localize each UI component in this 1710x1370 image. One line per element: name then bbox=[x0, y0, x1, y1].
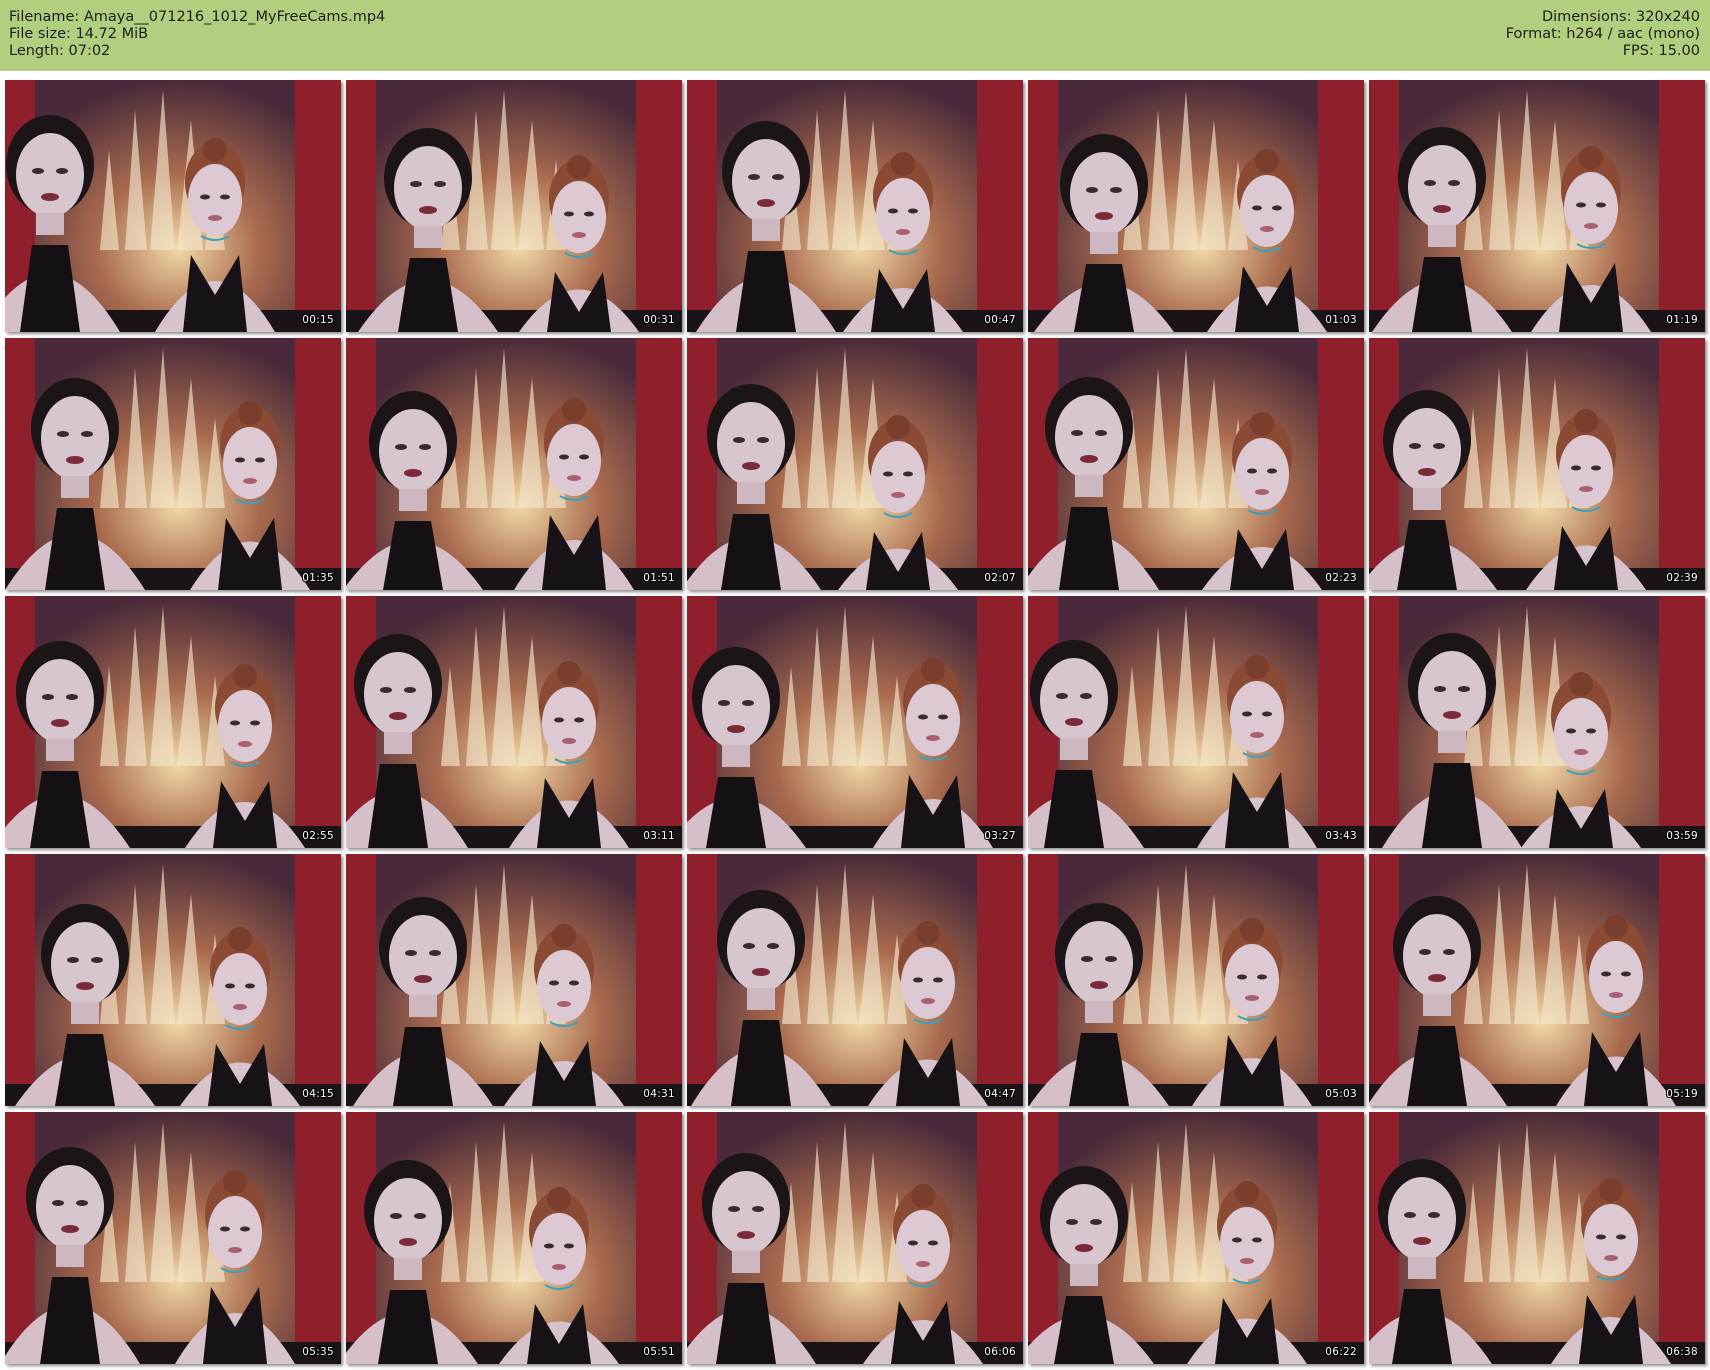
video-frame-image bbox=[1028, 596, 1364, 848]
video-thumbnail[interactable]: 00:15 bbox=[5, 80, 341, 332]
video-frame-image bbox=[1369, 80, 1705, 332]
video-thumbnail[interactable]: 01:51 bbox=[346, 338, 682, 590]
thumbnail-timestamp: 01:19 bbox=[1666, 314, 1698, 326]
video-frame-image bbox=[1028, 338, 1364, 590]
thumbnail-timestamp: 01:03 bbox=[1325, 314, 1357, 326]
video-thumbnail[interactable]: 02:23 bbox=[1028, 338, 1364, 590]
video-thumbnail[interactable]: 02:07 bbox=[687, 338, 1023, 590]
dimensions-label: Dimensions: 320x240 bbox=[1541, 9, 1700, 25]
video-thumbnail[interactable]: 05:51 bbox=[346, 1112, 682, 1364]
video-thumbnail[interactable]: 02:39 bbox=[1369, 338, 1705, 590]
thumbnail-timestamp: 05:35 bbox=[302, 1346, 334, 1358]
thumbnail-timestamp: 04:31 bbox=[643, 1088, 675, 1100]
video-frame-image bbox=[1028, 854, 1364, 1106]
thumbnail-timestamp: 02:07 bbox=[984, 572, 1016, 584]
thumbnail-timestamp: 03:11 bbox=[643, 830, 675, 842]
thumbnail-timestamp: 03:59 bbox=[1666, 830, 1698, 842]
video-thumbnail[interactable]: 05:03 bbox=[1028, 854, 1364, 1106]
video-thumbnail[interactable]: 01:35 bbox=[5, 338, 341, 590]
thumbnail-timestamp: 00:47 bbox=[984, 314, 1016, 326]
video-thumbnail[interactable]: 03:43 bbox=[1028, 596, 1364, 848]
video-frame-image bbox=[687, 338, 1023, 590]
video-frame-image bbox=[1369, 338, 1705, 590]
video-thumbnail[interactable]: 00:31 bbox=[346, 80, 682, 332]
video-frame-image bbox=[346, 596, 682, 848]
video-thumbnail[interactable]: 02:55 bbox=[5, 596, 341, 848]
video-thumbnail[interactable]: 06:06 bbox=[687, 1112, 1023, 1364]
thumbnail-timestamp: 05:51 bbox=[643, 1346, 675, 1358]
video-frame-image bbox=[1028, 80, 1364, 332]
video-frame-image bbox=[346, 338, 682, 590]
thumbnail-timestamp: 01:35 bbox=[302, 572, 334, 584]
info-header: Filename: Amaya__071216_1012_MyFreeCams.… bbox=[0, 0, 1710, 71]
filesize-label: File size: 14.72 MiB bbox=[9, 26, 149, 42]
thumbnail-timestamp: 06:06 bbox=[984, 1346, 1016, 1358]
thumbnail-timestamp: 00:31 bbox=[643, 314, 675, 326]
video-frame-image bbox=[346, 1112, 682, 1364]
thumbnail-timestamp: 04:47 bbox=[984, 1088, 1016, 1100]
thumbnail-timestamp: 02:39 bbox=[1666, 572, 1698, 584]
thumbnail-timestamp: 05:19 bbox=[1666, 1088, 1698, 1100]
length-label: Length: 07:02 bbox=[9, 43, 111, 59]
info-right: Dimensions: 320x240 Format: h264 / aac (… bbox=[1506, 9, 1700, 60]
video-thumbnail[interactable]: 01:03 bbox=[1028, 80, 1364, 332]
video-thumbnail[interactable]: 03:11 bbox=[346, 596, 682, 848]
video-frame-image bbox=[1369, 596, 1705, 848]
thumbnail-grid: 00:15 00:31 00:47 01:03 01:19 01:35 01:51 02:07… bbox=[0, 71, 1710, 1370]
thumbnail-timestamp: 03:43 bbox=[1325, 830, 1357, 842]
format-label: Format: h264 / aac (mono) bbox=[1505, 26, 1700, 42]
thumbnail-timestamp: 06:38 bbox=[1666, 1346, 1698, 1358]
video-thumbnail[interactable]: 03:59 bbox=[1369, 596, 1705, 848]
video-frame-image bbox=[1369, 1112, 1705, 1364]
thumbnail-timestamp: 06:22 bbox=[1325, 1346, 1357, 1358]
video-frame-image bbox=[1369, 854, 1705, 1106]
video-frame-image bbox=[5, 80, 341, 332]
video-frame-image bbox=[346, 80, 682, 332]
video-thumbnail[interactable]: 00:47 bbox=[687, 80, 1023, 332]
thumbnail-timestamp: 02:23 bbox=[1325, 572, 1357, 584]
thumbnail-timestamp: 00:15 bbox=[302, 314, 334, 326]
thumbnail-timestamp: 04:15 bbox=[302, 1088, 334, 1100]
video-thumbnail[interactable]: 01:19 bbox=[1369, 80, 1705, 332]
video-frame-image bbox=[687, 1112, 1023, 1364]
video-thumbnail[interactable]: 06:22 bbox=[1028, 1112, 1364, 1364]
video-frame-image bbox=[687, 596, 1023, 848]
video-frame-image bbox=[5, 1112, 341, 1364]
video-thumbnail[interactable]: 04:15 bbox=[5, 854, 341, 1106]
video-frame-image bbox=[346, 854, 682, 1106]
info-left: Filename: Amaya__071216_1012_MyFreeCams.… bbox=[9, 9, 385, 60]
fps-label: FPS: 15.00 bbox=[1622, 43, 1700, 59]
video-thumbnail[interactable]: 06:38 bbox=[1369, 1112, 1705, 1364]
thumbnail-timestamp: 03:27 bbox=[984, 830, 1016, 842]
filename-label: Filename: Amaya__071216_1012_MyFreeCams.… bbox=[9, 9, 386, 25]
video-thumbnail[interactable]: 05:35 bbox=[5, 1112, 341, 1364]
video-thumbnail[interactable]: 04:47 bbox=[687, 854, 1023, 1106]
thumbnail-timestamp: 05:03 bbox=[1325, 1088, 1357, 1100]
video-thumbnail[interactable]: 03:27 bbox=[687, 596, 1023, 848]
video-frame-image bbox=[5, 596, 341, 848]
video-thumbnail[interactable]: 04:31 bbox=[346, 854, 682, 1106]
video-frame-image bbox=[1028, 1112, 1364, 1364]
video-frame-image bbox=[5, 854, 341, 1106]
video-thumbnail[interactable]: 05:19 bbox=[1369, 854, 1705, 1106]
video-frame-image bbox=[5, 338, 341, 590]
video-frame-image bbox=[687, 80, 1023, 332]
thumbnail-timestamp: 02:55 bbox=[302, 830, 334, 842]
video-frame-image bbox=[687, 854, 1023, 1106]
thumbnail-timestamp: 01:51 bbox=[643, 572, 675, 584]
